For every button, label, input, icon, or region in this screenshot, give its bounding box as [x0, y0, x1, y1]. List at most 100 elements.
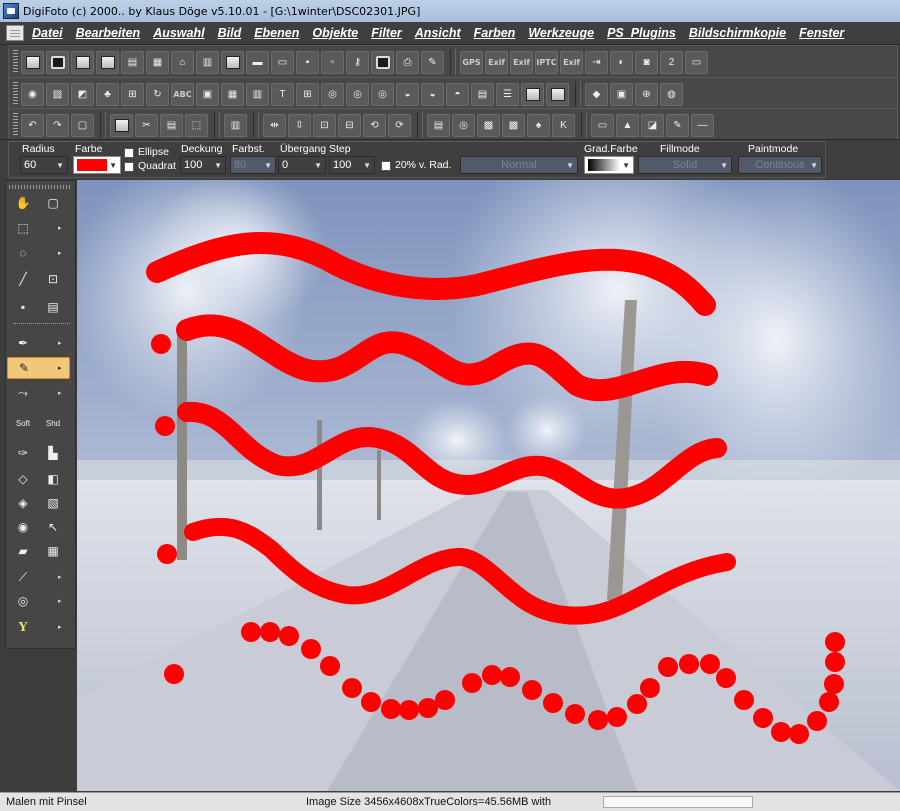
- tree-icon[interactable]: ♠: [527, 113, 550, 137]
- save-icon[interactable]: ▪: [296, 50, 319, 74]
- menu-objekte[interactable]: Objekte: [312, 26, 358, 40]
- smudge-icon[interactable]: ⤳: [12, 383, 34, 403]
- exif-icon[interactable]: Exif: [485, 50, 508, 74]
- color-picker[interactable]: ▼: [73, 156, 121, 174]
- menu-filter[interactable]: Filter: [371, 26, 402, 40]
- frame-icon[interactable]: ▣: [196, 82, 219, 106]
- camera-icon[interactable]: ◙: [635, 50, 658, 74]
- farbst-select[interactable]: 80 ▼: [230, 156, 276, 174]
- shirt-icon[interactable]: ♣: [96, 82, 119, 106]
- film-icon[interactable]: ▥: [196, 50, 219, 74]
- document-icon[interactable]: ▤: [427, 113, 450, 137]
- abc-icon[interactable]: ABC: [171, 82, 194, 106]
- list-icon[interactable]: ☰: [496, 82, 519, 106]
- monitor-2-icon[interactable]: ▤: [471, 82, 494, 106]
- stamp-icon[interactable]: ◉: [21, 82, 44, 106]
- scan-icon[interactable]: ✎: [421, 50, 444, 74]
- mask-icon[interactable]: ◍: [660, 82, 683, 106]
- export-icon[interactable]: ⇥: [585, 50, 608, 74]
- print-preview-icon[interactable]: [371, 50, 394, 74]
- save-tool-icon[interactable]: ▪: [12, 297, 34, 317]
- quadrat-checkbox[interactable]: [124, 162, 134, 172]
- pointer-icon[interactable]: ↖: [42, 517, 64, 537]
- fillmode-select[interactable]: Solid ▼: [638, 156, 732, 174]
- menu-ebenen[interactable]: Ebenen: [254, 26, 299, 40]
- key-icon[interactable]: ⚷: [346, 50, 369, 74]
- blank-page-icon[interactable]: [221, 50, 244, 74]
- car-icon[interactable]: ◒: [396, 82, 419, 106]
- toolbar-grip[interactable]: [13, 50, 18, 74]
- folder-icon[interactable]: ▬: [246, 50, 269, 74]
- open-folder-icon[interactable]: ▭: [271, 50, 294, 74]
- cut-icon[interactable]: ✂: [135, 113, 158, 137]
- menu-bearbeiten[interactable]: Bearbeiten: [76, 26, 141, 40]
- clipboard-icon[interactable]: ▤: [121, 50, 144, 74]
- grid-icon[interactable]: ▦: [146, 50, 169, 74]
- menu-ansicht[interactable]: Ansicht: [415, 26, 461, 40]
- menu-bild[interactable]: Bild: [218, 26, 242, 40]
- open-image-icon[interactable]: [46, 50, 69, 74]
- layers-icon[interactable]: ▣: [610, 82, 633, 106]
- share-tool-icon[interactable]: ▤: [42, 297, 64, 317]
- menu-datei[interactable]: Datei: [32, 26, 63, 40]
- k-icon[interactable]: K: [552, 113, 575, 137]
- rounded-box-icon[interactable]: [521, 82, 544, 106]
- red-eye-icon[interactable]: ◉: [12, 517, 34, 537]
- scanner-icon[interactable]: ⌂: [171, 50, 194, 74]
- brightness-icon[interactable]: ◐: [610, 50, 633, 74]
- copy-icon[interactable]: [110, 113, 133, 137]
- monitor-icon[interactable]: ▭: [685, 50, 708, 74]
- rotate-icon[interactable]: ↻: [146, 82, 169, 106]
- bmp-icon[interactable]: ▩: [502, 113, 525, 137]
- crop-tool-icon[interactable]: ⊡: [42, 269, 64, 289]
- image-window-icon[interactable]: [71, 50, 94, 74]
- exif-edit-icon[interactable]: Exif: [510, 50, 533, 74]
- crop-2-icon[interactable]: ⊟: [338, 113, 361, 137]
- line-icon[interactable]: —: [691, 113, 714, 137]
- redo-icon[interactable]: ↷: [46, 113, 69, 137]
- rectangle-icon[interactable]: ▭: [591, 113, 614, 137]
- photo-icon[interactable]: ▦: [221, 82, 244, 106]
- slash-icon[interactable]: ◪: [641, 113, 664, 137]
- menu-fenster[interactable]: Fenster: [799, 26, 844, 40]
- line-tool-icon[interactable]: ╱: [12, 269, 34, 289]
- menu-farben[interactable]: Farben: [474, 26, 516, 40]
- pen-tool-icon[interactable]: ✒: [12, 333, 34, 353]
- eye-3-icon[interactable]: ◎: [371, 82, 394, 106]
- pattern-icon[interactable]: ▧: [42, 493, 64, 513]
- bucket-icon[interactable]: ▙: [42, 443, 64, 463]
- text-tool-icon[interactable]: Y: [12, 617, 34, 637]
- radius-select[interactable]: 60 ▼: [20, 156, 68, 174]
- menu-auswahl[interactable]: Auswahl: [153, 26, 204, 40]
- eye-tool-icon[interactable]: ◎: [12, 591, 34, 611]
- blend-mode-select[interactable]: Normal ▼: [460, 156, 578, 174]
- clone-icon[interactable]: ◇: [12, 469, 34, 489]
- menu-bildschirmkopie[interactable]: Bildschirmkopie: [689, 26, 786, 40]
- undo-icon[interactable]: ↶: [21, 113, 44, 137]
- document-menu-icon[interactable]: [6, 25, 24, 41]
- car-3-icon[interactable]: ◓: [446, 82, 469, 106]
- diagonal-icon[interactable]: ◩: [71, 82, 94, 106]
- refresh-icon[interactable]: ⟳: [388, 113, 411, 137]
- menu-werkzeuge[interactable]: Werkzeuge: [528, 26, 594, 40]
- radius-percent-checkbox[interactable]: [381, 161, 391, 171]
- fill-icon[interactable]: ▨: [46, 82, 69, 106]
- lasso-icon[interactable]: ◌: [12, 243, 34, 263]
- paste-icon[interactable]: ▤: [160, 113, 183, 137]
- target-icon[interactable]: ◎: [452, 113, 475, 137]
- image-canvas[interactable]: [77, 180, 900, 791]
- shadow-brush-icon[interactable]: Shd: [42, 413, 64, 433]
- eyedropper-icon[interactable]: ⟋: [12, 567, 34, 587]
- eraser-icon[interactable]: ◧: [42, 469, 64, 489]
- save-as-icon[interactable]: ▫: [321, 50, 344, 74]
- eye-2-icon[interactable]: ◎: [346, 82, 369, 106]
- flip-horizontal-icon[interactable]: ⇹: [263, 113, 286, 137]
- car-2-icon[interactable]: ◒: [421, 82, 444, 106]
- toolbar-grip[interactable]: [13, 82, 18, 106]
- fill-tool-icon[interactable]: ◈: [12, 493, 34, 513]
- cube-icon[interactable]: ◆: [585, 82, 608, 106]
- gradient-color-picker[interactable]: ▼: [584, 156, 634, 174]
- soft-brush-icon[interactable]: Soft: [12, 413, 34, 433]
- triangle-icon[interactable]: ▲: [616, 113, 639, 137]
- rounded-select-icon[interactable]: ▢: [42, 193, 64, 213]
